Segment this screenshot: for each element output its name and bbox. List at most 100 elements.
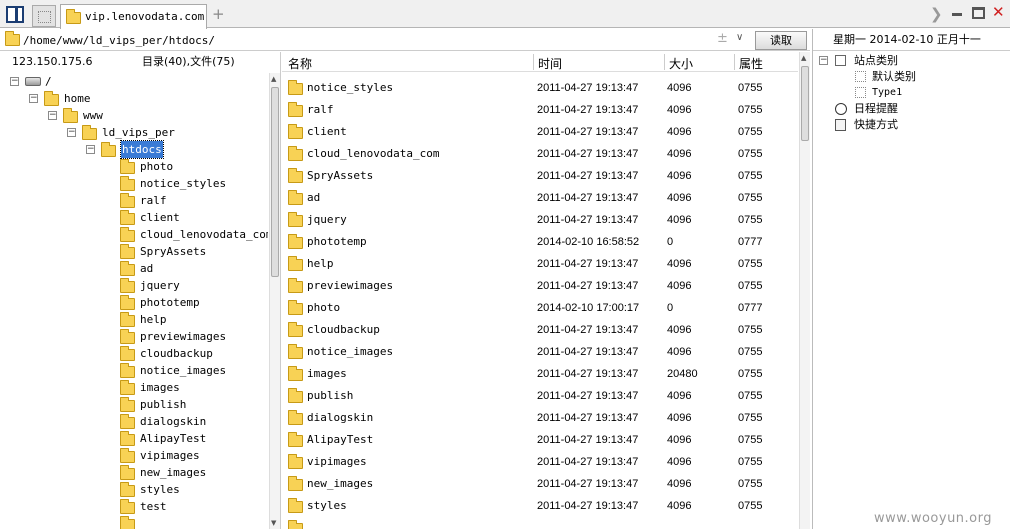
tree-node[interactable]: − home	[0, 90, 268, 107]
tree-node[interactable]: − ld_vips_per	[0, 124, 268, 141]
column-name[interactable]: 名称	[288, 55, 312, 72]
file-row[interactable]: notice_images 2011-04-27 19:13:47 4096 0755	[282, 341, 798, 363]
tree-node[interactable]: ralf	[0, 192, 268, 209]
tree-node[interactable]: images	[0, 379, 268, 396]
file-row[interactable]	[282, 517, 798, 529]
file-size: 4096	[667, 346, 692, 358]
file-row[interactable]: notice_styles 2011-04-27 19:13:47 4096 0755	[282, 77, 798, 99]
tree-node-label: previewimages	[140, 330, 227, 343]
checkbox-icon[interactable]	[855, 71, 866, 82]
tree-node[interactable]: cloudbackup	[0, 345, 268, 362]
minimize-icon[interactable]	[952, 13, 962, 16]
tree-node[interactable]: previewimages	[0, 328, 268, 345]
file-row[interactable]: cloud_lenovodata_com 2011-04-27 19:13:47 4…	[282, 143, 798, 165]
chevron-right-icon[interactable]: ❯	[930, 5, 943, 23]
plus-icon[interactable]: ±	[717, 31, 728, 46]
tree-node-label: vipimages	[140, 449, 200, 462]
file-row[interactable]: images 2011-04-27 19:13:47 20480 0755	[282, 363, 798, 385]
collapse-icon[interactable]: −	[67, 128, 76, 137]
checkbox-icon[interactable]	[855, 87, 866, 98]
tree-node[interactable]: new_images	[0, 464, 268, 481]
tree-node[interactable]: ad	[0, 260, 268, 277]
column-time[interactable]: 时间	[538, 55, 562, 72]
tree-node[interactable]: notice_styles	[0, 175, 268, 192]
close-icon[interactable]: ✕	[992, 3, 1005, 21]
collapse-icon[interactable]: −	[48, 111, 57, 120]
tree-node[interactable]: − /	[0, 73, 268, 90]
tree-node[interactable]: − htdocs	[0, 140, 268, 159]
add-tab-icon[interactable]: +	[212, 5, 225, 23]
scroll-up-icon[interactable]: ▲	[801, 54, 806, 62]
file-row[interactable]: ralf 2011-04-27 19:13:47 4096 0755	[282, 99, 798, 121]
checkbox-icon[interactable]	[835, 55, 846, 66]
tree-node[interactable]: styles	[0, 481, 268, 498]
file-size: 20480	[667, 368, 698, 380]
file-row[interactable]: ad 2011-04-27 19:13:47 4096 0755	[282, 187, 798, 209]
tree-node-label: SpryAssets	[140, 245, 207, 258]
file-row[interactable]: photo 2014-02-10 17:00:17 0 0777	[282, 297, 798, 319]
column-separator[interactable]	[734, 54, 735, 70]
collapse-icon[interactable]: −	[10, 77, 19, 86]
schedule-node[interactable]: 日程提醒	[813, 101, 1010, 117]
tree-node[interactable]: jquery	[0, 277, 268, 294]
tree-node[interactable]: notice_images	[0, 362, 268, 379]
default-category-node[interactable]: 默认类别	[813, 69, 1010, 85]
file-row[interactable]: publish 2011-04-27 19:13:47 4096 0755	[282, 385, 798, 407]
file-row[interactable]: new_images 2011-04-27 19:13:47 4096 0755	[282, 473, 798, 495]
tree-node[interactable]: phototemp	[0, 294, 268, 311]
file-time: 2011-04-27 19:13:47	[537, 434, 639, 446]
column-attr[interactable]: 属性	[739, 55, 763, 72]
tree-node-label: cloudbackup	[140, 347, 213, 360]
tab-blank[interactable]	[32, 5, 56, 27]
shortcuts-node[interactable]: 快捷方式	[813, 117, 1010, 133]
chevron-down-icon[interactable]: ∨	[736, 32, 743, 43]
tree-node[interactable]: test	[0, 498, 268, 515]
column-size[interactable]: 大小	[669, 55, 693, 72]
file-row[interactable]: cloudbackup 2011-04-27 19:13:47 4096 0755	[282, 319, 798, 341]
scroll-up-icon[interactable]: ▲	[271, 75, 276, 83]
tree-scrollbar[interactable]: ▲ ▼	[269, 73, 280, 529]
column-separator[interactable]	[533, 54, 534, 70]
file-row[interactable]: styles 2011-04-27 19:13:47 4096 0755	[282, 495, 798, 517]
tree-node[interactable]	[0, 515, 268, 529]
site-category-node[interactable]: − 站点类别	[813, 53, 1010, 69]
column-separator[interactable]	[664, 54, 665, 70]
file-row[interactable]: AlipayTest 2011-04-27 19:13:47 4096 0755	[282, 429, 798, 451]
file-name: styles	[307, 499, 347, 512]
file-row[interactable]: vipimages 2011-04-27 19:13:47 4096 0755	[282, 451, 798, 473]
tree-node[interactable]: help	[0, 311, 268, 328]
maximize-icon[interactable]	[972, 7, 985, 19]
tree-node[interactable]: vipimages	[0, 447, 268, 464]
tree-node[interactable]: client	[0, 209, 268, 226]
folder-icon	[288, 322, 303, 337]
folder-icon	[82, 125, 97, 140]
scroll-down-icon[interactable]: ▼	[271, 519, 276, 527]
scroll-thumb[interactable]	[271, 87, 279, 277]
tree-node[interactable]: dialogskin	[0, 413, 268, 430]
tree-node[interactable]: SpryAssets	[0, 243, 268, 260]
panel-toggle-icon[interactable]	[6, 6, 24, 23]
collapse-icon[interactable]: −	[819, 56, 828, 65]
type1-node[interactable]: Type1	[813, 85, 1010, 101]
tree-node[interactable]: publish	[0, 396, 268, 413]
file-row[interactable]: SpryAssets 2011-04-27 19:13:47 4096 0755	[282, 165, 798, 187]
tree-node[interactable]: AlipayTest	[0, 430, 268, 447]
path-input[interactable]	[23, 31, 751, 49]
tree-node[interactable]: photo	[0, 158, 268, 175]
scroll-thumb[interactable]	[801, 66, 809, 141]
file-row[interactable]: previewimages 2011-04-27 19:13:47 4096 0755	[282, 275, 798, 297]
tree-node[interactable]: cloud_lenovodata_com	[0, 226, 268, 243]
file-row[interactable]: dialogskin 2011-04-27 19:13:47 4096 0755	[282, 407, 798, 429]
file-row[interactable]: jquery 2011-04-27 19:13:47 4096 0755	[282, 209, 798, 231]
file-row[interactable]: client 2011-04-27 19:13:47 4096 0755	[282, 121, 798, 143]
tab-active[interactable]: vip.lenovodata.com	[60, 4, 207, 29]
file-attr: 0755	[738, 368, 763, 380]
folder-icon	[288, 212, 303, 227]
read-button[interactable]: 读取	[755, 31, 807, 50]
file-list-scrollbar[interactable]: ▲	[799, 52, 810, 529]
tree-node[interactable]: − www	[0, 107, 268, 124]
collapse-icon[interactable]: −	[86, 145, 95, 154]
file-row[interactable]: help 2011-04-27 19:13:47 4096 0755	[282, 253, 798, 275]
collapse-icon[interactable]: −	[29, 94, 38, 103]
file-row[interactable]: phototemp 2014-02-10 16:58:52 0 0777	[282, 231, 798, 253]
